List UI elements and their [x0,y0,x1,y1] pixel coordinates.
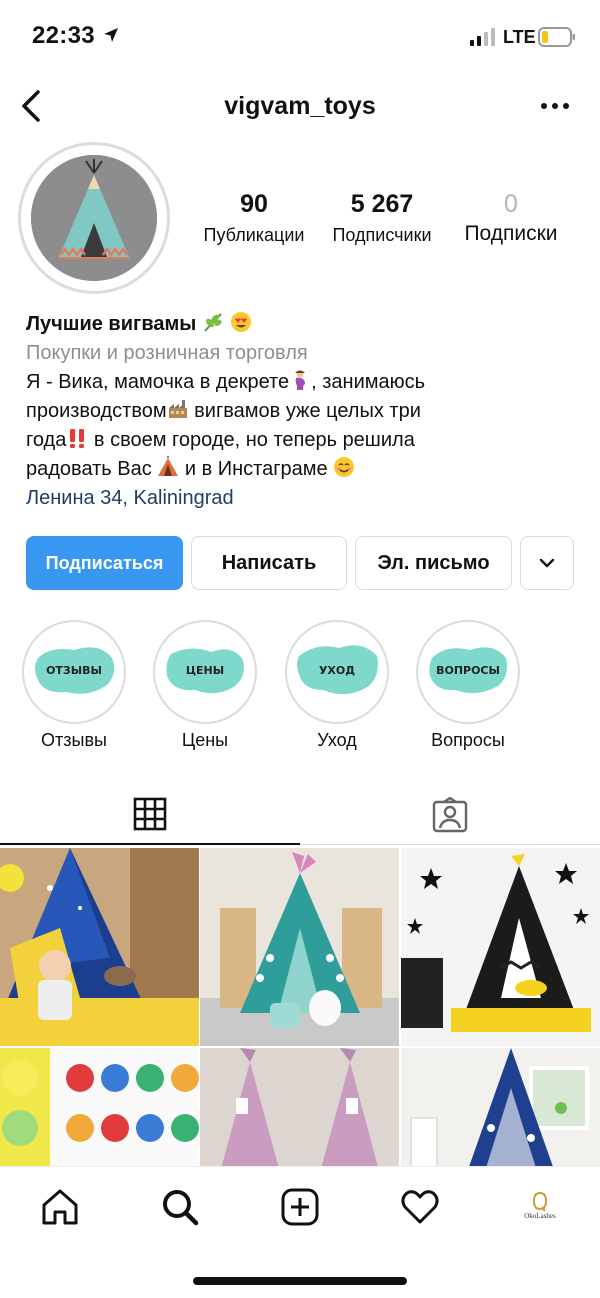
highlight-tag: УХОД [318,664,356,677]
post-image [0,848,199,1046]
following-count: 0 [504,190,518,218]
highlight-care[interactable]: УХОД Уход [285,620,389,751]
bio-text-line4a: радовать Вас [26,458,152,480]
highlight-cover: ЦЕНЫ [161,628,249,716]
more-options-icon[interactable] [540,96,570,116]
posts-grid [0,848,600,1166]
tab-tagged[interactable] [300,785,600,845]
search-icon[interactable] [160,1187,200,1227]
herb-emoji-icon [204,313,222,332]
factory-emoji-icon [168,400,187,418]
post-image [0,1048,199,1166]
bio-text: Я - Вика, мамочка в декрете , занимаюсь п… [26,368,586,484]
message-button[interactable]: Написать [191,536,347,590]
smiling-face-emoji-icon [334,457,355,477]
profile-tabs [0,785,600,847]
highlight-ring: ВОПРОСЫ [416,620,520,724]
heart-eyes-emoji-icon [230,312,251,332]
network-label: LTE [503,27,536,47]
post-image [401,1048,600,1166]
highlight-reviews[interactable]: ОТЗЫВЫ Отзывы [22,620,126,751]
home-indicator [193,1277,407,1285]
posts-count: 90 [240,190,268,218]
email-button[interactable]: Эл. письмо [355,536,512,590]
bio-text-line2a: производством [26,400,167,422]
stat-following[interactable]: 0 Подписки [452,190,570,246]
tab-grid[interactable] [0,785,300,845]
post-thumbnail[interactable] [401,1048,600,1166]
stat-followers[interactable]: 5 267 Подписчики [320,190,444,246]
double-exclamation-emoji-icon [70,429,85,448]
grid-icon [133,797,167,831]
home-icon[interactable] [40,1187,80,1227]
highlight-cover: ВОПРОСЫ [424,628,512,716]
followers-label: Подписчики [332,225,432,245]
post-image [401,848,600,1046]
new-post-icon[interactable] [280,1187,320,1227]
bio-text-line3a: года [26,429,67,451]
highlight-ring: УХОД [285,620,389,724]
highlight-label: Уход [317,730,357,750]
highlight-tag: ВОПРОСЫ [436,664,500,677]
stat-posts[interactable]: 90 Публикации [190,190,318,246]
post-image [200,1048,399,1166]
suggestions-dropdown-button[interactable] [520,536,574,590]
avatar-ring[interactable] [18,142,170,294]
profile-avatar-button[interactable]: OkoLashes [520,1187,560,1227]
bio-text-line2b: вигвамов уже целых три [188,400,421,422]
highlight-label: Цены [181,730,229,750]
bio-text-line1b: , занимаюсь [311,371,426,393]
profile-brand-logo-icon [521,1188,559,1226]
highlight-tag: ЦЕНЫ [185,664,225,677]
bio-text-line1a: Я - Вика, мамочка в декрете [26,371,290,393]
status-bar: 22:33 LTE [0,0,600,72]
chevron-down-icon [539,558,555,568]
highlight-label: Вопросы [431,730,505,750]
highlight-prices[interactable]: ЦЕНЫ Цены [153,620,257,751]
tagged-person-icon [432,796,468,832]
teepee-logo-icon [31,155,157,281]
following-label: Подписки [464,222,558,245]
highlight-cover: УХОД [293,628,381,716]
bio-text-line3b: в своем городе, но теперь решила [88,429,415,451]
profile-bio: Лучшие вигвамы Покупки и розничная торго… [26,310,586,513]
status-time: 22:33 [32,22,95,49]
post-thumbnail[interactable] [401,848,600,1046]
highlight-label: Отзывы [41,730,107,750]
post-thumbnail[interactable] [0,848,199,1046]
post-image [200,848,399,1046]
business-category: Покупки и розничная торговля [26,342,308,364]
business-address-link[interactable]: Ленина 34, Kaliningrad [26,484,586,513]
highlight-ring: ОТЗЫВЫ [22,620,126,724]
profile-username: vigvam_toys [224,92,376,120]
profile-brand-text: OkoLashes [524,1212,556,1220]
profile-header: vigvam_toys [0,80,600,132]
post-thumbnail[interactable] [200,1048,399,1166]
bio-name-line: Лучшие вигвамы [26,310,586,339]
profile-display-name: Лучшие вигвамы [26,313,197,335]
highlight-tag: ОТЗЫВЫ [46,664,102,677]
signal-icon [470,28,495,46]
location-arrow-icon [104,28,118,42]
posts-label: Публикации [203,225,305,245]
tent-emoji-icon [158,456,179,476]
follow-button[interactable]: Подписаться [26,536,183,590]
highlight-questions[interactable]: ВОПРОСЫ Вопросы [416,620,520,751]
avatar [31,155,157,281]
highlight-cover: ОТЗЫВЫ [30,628,118,716]
post-thumbnail[interactable] [200,848,399,1046]
battery-icon [538,27,575,47]
heart-icon[interactable] [400,1187,440,1227]
highlight-ring: ЦЕНЫ [153,620,257,724]
bio-text-line4b: и в Инстаграме [179,458,328,480]
profile-stats: 90 Публикации 5 267 Подписчики 0 Подписк… [190,190,580,260]
pregnant-woman-emoji-icon [295,370,306,390]
post-thumbnail[interactable] [0,1048,199,1166]
followers-count: 5 267 [350,190,414,218]
